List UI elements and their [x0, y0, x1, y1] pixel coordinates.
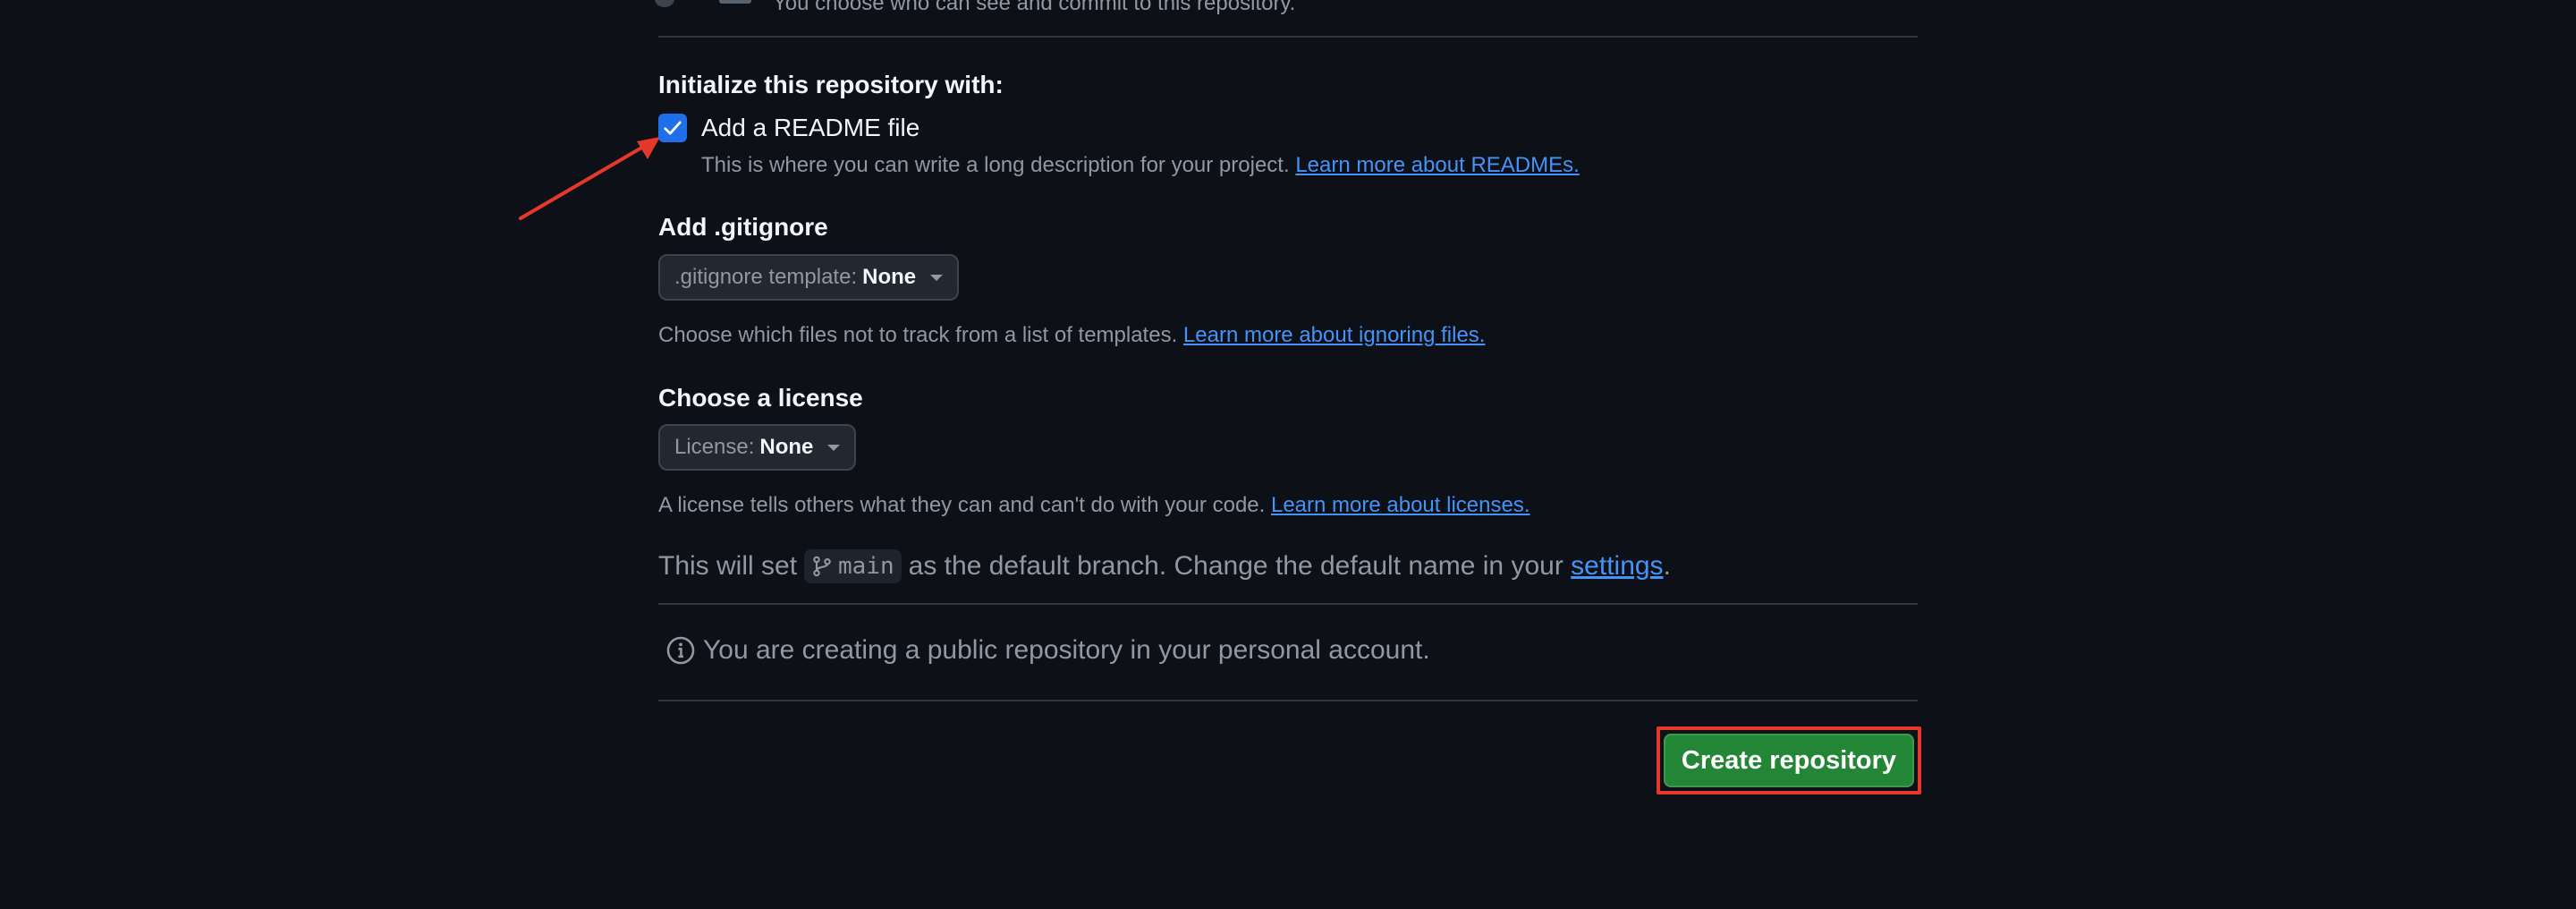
license-select-value: None [759, 435, 814, 459]
branch-note-suffix: . [1663, 551, 1671, 581]
lock-icon [719, 0, 751, 4]
license-select-prefix: License: [674, 435, 755, 459]
create-repository-page: You choose who can see and commit to thi… [0, 0, 2576, 909]
branch-note-prefix: This will set [658, 551, 798, 581]
private-description: You choose who can see and commit to thi… [773, 0, 1296, 15]
settings-link[interactable]: settings [1571, 551, 1663, 582]
divider [658, 700, 1918, 701]
branch-name-chip: main [804, 549, 902, 583]
readme-description-text: This is where you can write a long descr… [701, 153, 1290, 177]
gitignore-template-select[interactable]: .gitignore template: None [658, 254, 960, 301]
license-description-text: A license tells others what they can and… [658, 493, 1266, 517]
divider [658, 36, 1918, 38]
create-repository-button[interactable]: Create repository [1664, 734, 1914, 787]
license-learn-more-link[interactable]: Learn more about licenses. [1271, 493, 1530, 517]
caret-down-icon [930, 274, 944, 281]
readme-checkbox[interactable] [658, 114, 687, 142]
license-heading: Choose a license [658, 384, 863, 412]
private-visibility-option[interactable]: You choose who can see and commit to thi… [655, 0, 1918, 18]
private-radio[interactable] [655, 0, 674, 7]
readme-learn-more-link[interactable]: Learn more about READMEs. [1295, 153, 1579, 177]
initialize-heading: Initialize this repository with: [658, 71, 1004, 98]
checkmark-icon [664, 121, 682, 135]
branch-note-middle: as the default branch. Change the defaul… [908, 551, 1563, 581]
git-branch-icon [813, 556, 831, 577]
create-button-highlight: Create repository [1657, 726, 1921, 794]
caret-down-icon [827, 444, 841, 451]
readme-description: This is where you can write a long descr… [701, 153, 1580, 178]
gitignore-heading: Add .gitignore [658, 213, 828, 241]
default-branch-note: This will set main as the default branch… [658, 549, 1671, 583]
branch-name: main [838, 553, 894, 580]
license-select[interactable]: License: None [658, 424, 857, 471]
gitignore-select-prefix: .gitignore template: [674, 265, 858, 289]
gitignore-learn-more-link[interactable]: Learn more about ignoring files. [1183, 323, 1486, 347]
public-repo-notice-text: You are creating a public repository in … [703, 635, 1430, 665]
license-description: A license tells others what they can and… [658, 493, 1530, 518]
info-icon [666, 636, 695, 665]
divider [658, 603, 1918, 605]
gitignore-description: Choose which files not to track from a l… [658, 323, 1485, 348]
readme-label[interactable]: Add a README file [701, 114, 919, 142]
public-repo-notice: You are creating a public repository in … [665, 635, 1430, 666]
annotation-arrow [519, 137, 660, 220]
gitignore-select-value: None [862, 265, 917, 289]
gitignore-description-text: Choose which files not to track from a l… [658, 323, 1178, 347]
